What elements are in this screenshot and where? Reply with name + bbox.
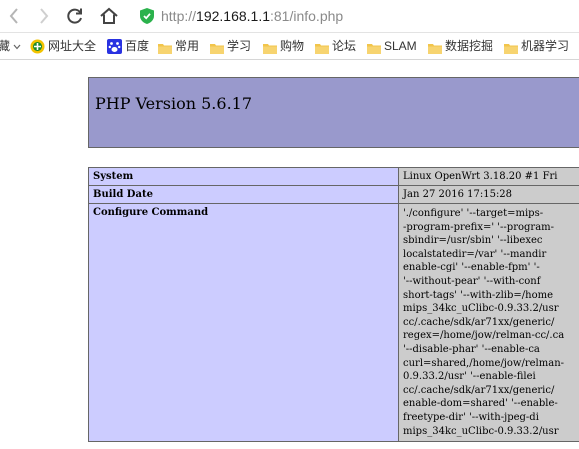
configure-line: enable-cgi' '--enable-fpm' '- [403,262,540,274]
bookmark-folder[interactable]: SLAM [367,37,417,55]
bookmark-label: 论坛 [332,39,357,53]
bookmark-folder[interactable]: 学习 [210,37,251,55]
phpinfo-table: System Linux OpenWrt 3.18.20 #1 Fri Buil… [88,167,579,443]
bookmark-label: SLAM [384,39,417,53]
php-version-header: PHP Version 5.6.17 [88,77,579,148]
bookmarks-bar: 藏 网址大全 百度 常用 学习 购物 论坛 SLAM 数据挖掘 机器学习 [0,33,579,60]
page-title: PHP Version 5.6.17 [95,94,253,113]
url-path: :81/info.php [270,8,344,24]
configure-line: sbindir=/usr/sbin' '--libexec [403,235,543,247]
folder-icon [504,41,518,54]
bookmark-label: 网址大全 [48,39,97,53]
configure-line: enable-dom=shared' '--enable- [403,398,558,410]
bookmark-label: 机器学习 [521,39,570,53]
configure-line: 0.9.33.2/usr' '--enable-filei [403,371,536,383]
reload-icon[interactable] [65,6,85,26]
back-icon[interactable] [5,6,25,26]
bookmark-label: 百度 [125,39,150,53]
configure-line: short-tags' '--with-zlib=/home [403,289,553,301]
bookmark-label: 藏 [0,39,11,53]
row-key-build-date: Build Date [88,185,399,204]
configure-line: mips_34kc_uClibc-0.9.33.2/usr [403,303,559,315]
configure-line: localstatedir=/var' '--mandir [403,248,547,260]
url-scheme: http:// [161,8,197,24]
bookmark-folder[interactable]: 数据挖掘 [428,37,493,55]
forward-icon[interactable] [34,6,54,26]
configure-line: mips_34kc_uClibc-0.9.33.2/usr [403,425,559,437]
bookmark-label: 学习 [227,39,252,53]
configure-line: '--disable-phar' '--enable-ca [403,343,540,355]
row-value-configure-command: './configure' '--target=mips- -program-p… [398,202,579,443]
row-key-configure-command: Configure Command [88,202,399,443]
folder-icon [428,41,442,54]
configure-line: cc/.cache/sdk/ar71xx/generic/ [403,384,555,396]
url-host: 192.168.1.1 [196,8,270,24]
bookmark-folder[interactable]: 机器学习 [504,37,569,55]
home-icon[interactable] [99,6,119,26]
bookmark-collections[interactable]: 藏 [0,37,21,55]
bookmark-folder[interactable]: 常用 [158,37,199,55]
folder-icon [210,41,224,54]
row-value-system: Linux OpenWrt 3.18.20 #1 Fri [398,167,579,186]
page-content: PHP Version 5.6.17 System Linux OpenWrt … [0,60,579,449]
row-key-system: System [88,167,399,186]
folder-icon [158,41,172,54]
security-shield-icon[interactable] [139,7,155,25]
configure-line: regex=/home/jow/relman-cc/.ca [403,330,565,342]
url-field[interactable]: http://192.168.1.1:81/info.php [161,6,343,26]
bookmark-label: 常用 [175,39,200,53]
bookmark-folder[interactable]: 购物 [263,37,304,55]
table-row: System Linux OpenWrt 3.18.20 #1 Fri [88,167,579,186]
configure-line: './configure' '--target=mips- [403,208,544,219]
folder-icon [367,41,381,54]
url-directory-icon [30,39,45,54]
bookmark-baidu[interactable]: 百度 [107,37,149,55]
configure-line: -program-prefix=' '--program- [403,221,555,233]
bookmark-hao123[interactable]: 网址大全 [30,37,96,55]
bookmark-label: 购物 [280,39,305,53]
folder-icon [263,41,277,54]
baidu-paw-icon [107,38,122,54]
configure-line: '--without-pear' '--with-conf [403,275,541,287]
chevron-down-icon [13,37,21,55]
bookmark-folder[interactable]: 论坛 [315,37,356,55]
table-row: Configure Command './configure' '--targe… [88,202,579,443]
configure-line: cc/.cache/sdk/ar71xx/generic/ [403,316,555,328]
browser-toolbar: http://192.168.1.1:81/info.php [0,0,579,33]
folder-icon [315,41,329,54]
configure-line: freetype-dir' '--with-jpeg-di [403,411,539,423]
configure-line: curl=shared,/home/jow/relman- [403,357,565,369]
table-row: Build Date Jan 27 2016 17:15:28 [88,185,579,204]
row-value-build-date: Jan 27 2016 17:15:28 [398,185,579,204]
bookmark-label: 数据挖掘 [445,39,494,53]
